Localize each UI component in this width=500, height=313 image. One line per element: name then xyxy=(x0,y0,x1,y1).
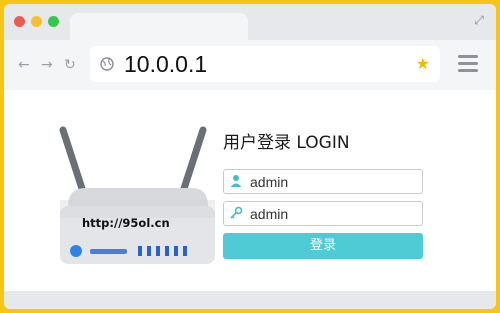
star-icon[interactable]: ★ xyxy=(416,54,430,74)
close-window-button[interactable] xyxy=(14,16,25,27)
browser-footer xyxy=(4,291,496,309)
address-bar[interactable]: 10.0.0.1 ★ xyxy=(90,46,440,82)
router-label: http://95ol.cn xyxy=(82,216,170,230)
login-button[interactable]: 登录 xyxy=(223,233,423,259)
router-illustration: http://95ol.cn xyxy=(59,126,215,264)
title-bar: ⤢ xyxy=(4,4,496,40)
minimize-window-button[interactable] xyxy=(31,16,42,27)
user-icon xyxy=(230,175,242,187)
reload-button[interactable]: ↻ xyxy=(64,56,76,74)
router-power-led xyxy=(70,245,82,257)
browser-window: ⤢ ← → ↻ 10.0.0.1 ★ http://95ol.cn 用户登录 L… xyxy=(4,4,496,309)
page-content: http://95ol.cn 用户登录 LOGIN admin admin 登录 xyxy=(4,90,496,291)
forward-button[interactable]: → xyxy=(41,56,53,74)
browser-tab[interactable] xyxy=(70,13,248,40)
router-status-bar xyxy=(90,249,127,254)
login-title: 用户登录 LOGIN xyxy=(223,133,350,153)
username-field[interactable] xyxy=(223,169,423,194)
fullscreen-icon[interactable]: ⤢ xyxy=(472,13,486,27)
globe-icon xyxy=(100,57,114,71)
maximize-window-button[interactable] xyxy=(48,16,59,27)
back-button[interactable]: ← xyxy=(18,56,30,74)
key-icon xyxy=(230,206,243,219)
hamburger-menu-icon[interactable] xyxy=(458,55,478,73)
username-input[interactable] xyxy=(250,170,415,193)
password-input[interactable] xyxy=(250,202,415,225)
browser-toolbar: ← → ↻ 10.0.0.1 ★ xyxy=(4,40,496,90)
password-field[interactable] xyxy=(223,201,423,226)
url-text[interactable]: 10.0.0.1 xyxy=(124,50,207,78)
